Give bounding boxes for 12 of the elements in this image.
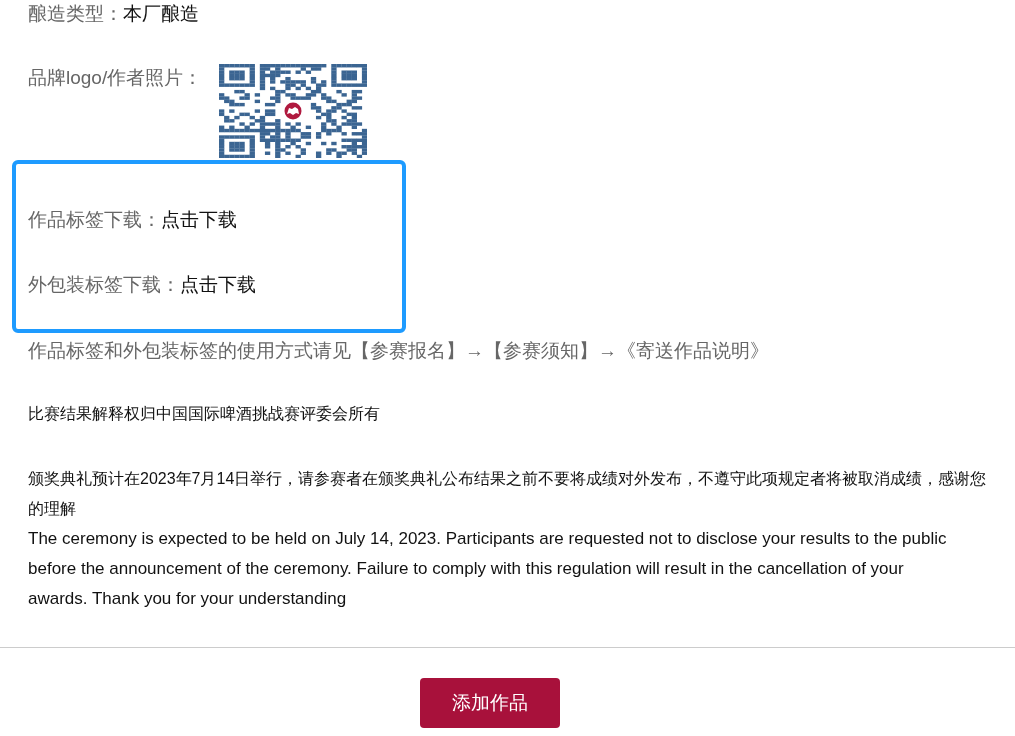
field-value: 本厂酿造 <box>123 2 199 26</box>
field-label: 酿造类型： <box>28 2 123 26</box>
field-label: 品牌logo/作者照片： <box>28 66 203 90</box>
download-label: 外包装标签下载： <box>28 273 180 297</box>
download-link[interactable]: 点击下载 <box>161 206 237 234</box>
usage-note: 作品标签和外包装标签的使用方式请见【参赛报名】→【参赛须知】→《寄送作品说明》 <box>28 339 770 363</box>
ceremony-note: 颁奖典礼预计在2023年7月14日举行，请参赛者在颁奖典礼公布结果之前不要将成绩对外发布，不遵守此项规定者将被取消成绩，感谢您的理解 <box>28 469 988 519</box>
download-link[interactable]: 点击下载 <box>180 271 256 299</box>
download-label: 作品标签下载： <box>28 208 161 232</box>
ceremony-note-english: The ceremony is expected to be held on July 14, 2023. Participants are requested not to disclose your results to the public before the announcement of the ceremony. Failure to comply with this regulation will result in the cancellation of your awards. Thank you for your understanding <box>28 528 948 610</box>
rights-note: 比赛结果解释权归中国国际啤酒挑战赛评委会所有 <box>28 404 381 424</box>
add-entry-button[interactable]: 添加作品 <box>420 678 560 728</box>
